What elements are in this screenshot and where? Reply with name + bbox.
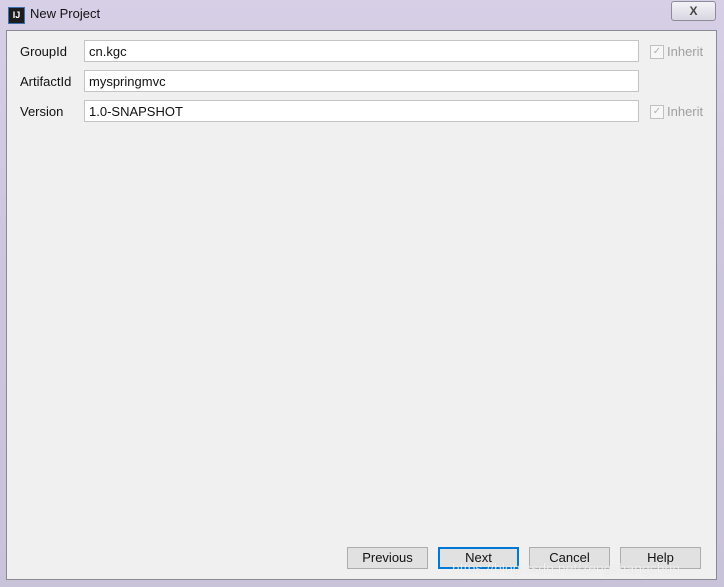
dialog-window: IJ New Project X GroupId cn.kgc ✓ Inheri… xyxy=(0,0,724,587)
artifactid-label: ArtifactId xyxy=(20,74,72,89)
version-label: Version xyxy=(20,104,64,119)
version-inherit-checkbox: ✓ Inherit xyxy=(650,104,703,119)
check-icon: ✓ xyxy=(650,44,664,59)
artifactid-input[interactable]: myspringmvc xyxy=(84,70,639,92)
intellij-app-icon: IJ xyxy=(8,7,25,24)
version-input[interactable]: 1.0-SNAPSHOT xyxy=(84,100,639,122)
window-title: New Project xyxy=(30,6,101,21)
dialog-content: GroupId cn.kgc ✓ Inherit ArtifactId mysp… xyxy=(6,30,717,580)
version-row: Version 1.0-SNAPSHOT ✓ Inherit xyxy=(7,100,718,124)
inherit-label: Inherit xyxy=(667,104,704,119)
artifactid-row: ArtifactId myspringmvc xyxy=(7,70,718,94)
watermark: https://blog.csdn.net/zengshangchun xyxy=(452,560,681,576)
groupid-row: GroupId cn.kgc ✓ Inherit xyxy=(7,40,718,64)
inherit-label: Inherit xyxy=(667,44,704,59)
groupid-inherit-checkbox: ✓ Inherit xyxy=(650,44,703,59)
close-button[interactable]: X xyxy=(671,1,716,21)
groupid-input[interactable]: cn.kgc xyxy=(84,40,639,62)
groupid-label: GroupId xyxy=(20,44,67,59)
previous-button[interactable]: Previous xyxy=(347,547,428,569)
title-bar[interactable]: IJ New Project X xyxy=(0,0,724,30)
check-icon: ✓ xyxy=(650,104,664,119)
